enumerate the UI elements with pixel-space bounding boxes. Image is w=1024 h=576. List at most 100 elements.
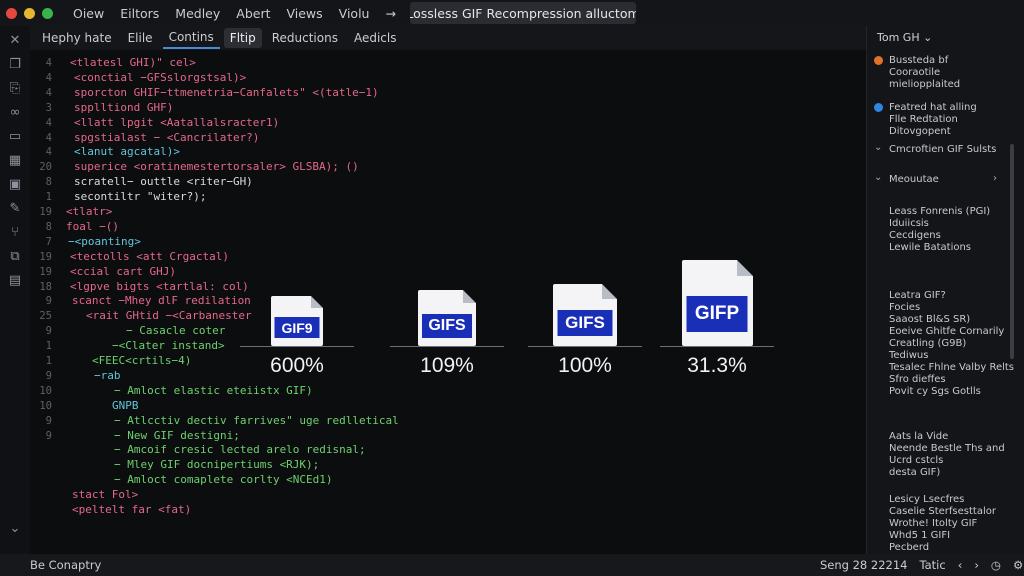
tab-1[interactable]: Elile bbox=[122, 28, 159, 48]
code-line[interactable]: <ccial cart GHJ) bbox=[70, 265, 176, 278]
maximize-window-button[interactable] bbox=[42, 7, 53, 19]
image-icon[interactable]: ▣ bbox=[6, 176, 24, 192]
code-line[interactable]: sporcton GHIF−ttmenetria−Canfalets" <(ta… bbox=[74, 86, 379, 99]
menu-item-0[interactable]: Oiew bbox=[73, 6, 104, 21]
code-line[interactable]: foal −() bbox=[66, 220, 119, 233]
status-position-text[interactable]: Seng 28 22214 bbox=[820, 558, 908, 572]
code-line[interactable]: <lgpve bigts <tartlal: col) bbox=[70, 280, 249, 293]
grid-icon[interactable]: ▦ bbox=[6, 152, 24, 168]
code-line[interactable]: <tlatr> bbox=[66, 205, 112, 218]
gif-file-icon[interactable]: GIF9 bbox=[271, 296, 323, 346]
close-icon[interactable]: ✕ bbox=[6, 32, 24, 48]
code-line[interactable]: <llatt lpgit <Aatallalsracter1) bbox=[74, 116, 279, 129]
line-number: 3 bbox=[45, 101, 52, 114]
outline-item[interactable]: Bussteda bf Cooraotile mieliopplaited bbox=[889, 55, 960, 91]
code-line[interactable]: − Amloct comaplete corlty <NCEd1) bbox=[114, 473, 333, 486]
status-left-text[interactable]: Be Conaptry bbox=[30, 558, 101, 572]
link-icon[interactable]: ∞ bbox=[6, 104, 24, 120]
outline-item[interactable]: Featred hat alling Flle Redtation Ditovgop… bbox=[889, 102, 977, 138]
chevron-down-icon[interactable]: ⌄ bbox=[874, 172, 882, 183]
menu-item-4[interactable]: Views bbox=[286, 6, 322, 21]
menu-bar: Oiew Eiltors Medley Abert Views Violu → bbox=[73, 6, 396, 21]
code-line[interactable]: − Amcoif cresic lected arelo redisnal; bbox=[114, 443, 366, 456]
code-line[interactable]: secontiltr "witer?); bbox=[74, 190, 206, 203]
chevron-down-icon[interactable]: ⌄ bbox=[6, 520, 24, 536]
code-line[interactable]: <lanut agcatal)> bbox=[74, 145, 180, 158]
activity-bar: ✕ ❐ ⎘ ∞ ▭ ▦ ▣ ✎ ⑂ ⧉ ▤ ⌄ bbox=[0, 26, 30, 554]
status-bar: Be Conaptry Seng 28 22214 Tatic ‹ › ◷ ⚙ bbox=[0, 554, 1024, 576]
gif-file-icon[interactable]: GIFS bbox=[418, 290, 476, 346]
line-number: 4 bbox=[45, 86, 52, 99]
code-line[interactable]: −<Clater instand> bbox=[112, 339, 225, 352]
code-line[interactable]: −rab bbox=[94, 369, 121, 382]
outline-panel: Tom GH ⌄ Bussteda bf Cooraotile mielioppla… bbox=[866, 26, 1024, 554]
outline-item-line: Eoeive Ghitfe Cornarily bbox=[889, 326, 1005, 337]
code-line[interactable]: <rait GHtid −<Carbanester bbox=[86, 309, 252, 322]
code-line[interactable]: <peltelt far <fat) bbox=[72, 503, 191, 516]
outline-item[interactable]: Lesicy Lsecfres Caselie Sterfsesttalor Wro… bbox=[889, 494, 996, 554]
outline-panel-header[interactable]: Tom GH ⌄ bbox=[877, 31, 932, 44]
outline-item-line: Lesicy Lsecfres bbox=[889, 494, 965, 505]
outline-item[interactable]: Meouutae bbox=[889, 174, 939, 186]
settings-icon[interactable]: ⚙ bbox=[1013, 558, 1023, 572]
edit-icon[interactable]: ✎ bbox=[6, 200, 24, 216]
line-number: 1 bbox=[45, 340, 52, 353]
tab-3[interactable]: Fltip bbox=[223, 28, 262, 48]
gif-file-icon[interactable]: GIFP bbox=[681, 260, 753, 346]
chevron-right-icon[interactable]: › bbox=[974, 558, 979, 572]
code-line[interactable]: − New GIF destigni; bbox=[114, 429, 240, 442]
tab-5[interactable]: Aedicls bbox=[348, 28, 403, 48]
line-number: 1 bbox=[45, 355, 52, 367]
gif-label: GIFS bbox=[422, 314, 472, 338]
git-icon[interactable]: ⑂ bbox=[6, 224, 24, 240]
status-language[interactable]: Tatic bbox=[920, 558, 946, 572]
code-line[interactable]: − Casacle coter bbox=[126, 324, 225, 337]
tab-0[interactable]: Hephy hate bbox=[36, 28, 118, 48]
outline-item-line: Leatra GIF? bbox=[889, 290, 946, 301]
code-line[interactable]: − Mley GIF docnipertiums <RJK); bbox=[114, 458, 319, 471]
close-window-button[interactable] bbox=[6, 7, 17, 19]
code-line[interactable]: − Atlcctiv dectiv farrives" uge redlleti… bbox=[114, 414, 399, 427]
code-line[interactable]: stact Fol> bbox=[72, 488, 138, 501]
outline-item[interactable]: Leatra GIF? Focies Saaost Bl&S SR) Eoeive G… bbox=[889, 290, 1014, 398]
line-number: 9 bbox=[45, 325, 52, 338]
code-line[interactable]: <FEEC<crtils−4) bbox=[92, 354, 191, 367]
chevron-right-icon[interactable]: › bbox=[993, 173, 997, 184]
code-line[interactable]: spplltiond GHF) bbox=[74, 101, 173, 114]
tab-2[interactable]: Contins bbox=[162, 27, 220, 49]
files-icon[interactable]: ❐ bbox=[6, 56, 24, 72]
code-line[interactable]: scanct −Mhey dlF redilation bbox=[72, 294, 251, 307]
menu-item-3[interactable]: Abert bbox=[236, 6, 270, 21]
outline-item-line: Cooraotile bbox=[889, 67, 941, 78]
menu-item-2[interactable]: Medley bbox=[175, 6, 220, 21]
outline-item[interactable]: Leass Fonrenis (PGI) Iduiicsis Cecdigens Le… bbox=[889, 206, 990, 254]
tab-4[interactable]: Reductions bbox=[266, 28, 344, 48]
code-line[interactable]: superice <oratinemestertorsaler> GLSBA);… bbox=[74, 160, 359, 173]
code-line[interactable]: −<poanting> bbox=[68, 235, 141, 248]
code-line[interactable]: − Amloct elastic eteiistx GIF) bbox=[114, 384, 313, 397]
status-dot-icon bbox=[874, 103, 883, 112]
menu-item-5[interactable]: Violu bbox=[339, 6, 370, 21]
copy-icon[interactable]: ⎘ bbox=[6, 80, 24, 96]
book-icon[interactable]: ▭ bbox=[6, 128, 24, 144]
chevron-down-icon[interactable]: ⌄ bbox=[874, 142, 882, 153]
menu-item-6[interactable]: → bbox=[385, 6, 395, 21]
code-line[interactable]: GNPB bbox=[112, 399, 139, 412]
chevron-left-icon[interactable]: ‹ bbox=[958, 558, 963, 572]
minimize-window-button[interactable] bbox=[24, 7, 35, 19]
line-number: 4 bbox=[45, 116, 52, 129]
gif-file-icon[interactable]: GIFS bbox=[553, 284, 617, 346]
code-editor[interactable]: 4 4 4 3 4 4 4 20 8 1 19 8 7 19 19 18 9 25 9 1 1 9 10 10 9 9 <tlat… bbox=[30, 50, 866, 554]
outline-item[interactable]: Cmcroftien GIF Sulsts bbox=[889, 144, 996, 156]
menu-item-1[interactable]: Eiltors bbox=[120, 6, 159, 21]
code-line[interactable]: spgstialast − <Cancrilater?) bbox=[74, 131, 259, 144]
code-line[interactable]: <conctial −GFSslorgstsal)> bbox=[74, 71, 246, 84]
code-line[interactable]: <tectolls <att Crgactal) bbox=[70, 250, 229, 263]
code-line[interactable]: <tlatesl GHI)" cel> bbox=[70, 56, 196, 69]
clock-icon[interactable]: ◷ bbox=[991, 558, 1001, 572]
package-icon[interactable]: ▤ bbox=[6, 272, 24, 288]
outline-item[interactable]: Aats la Vide Neende Bestle Ths and Ucrd cs… bbox=[889, 431, 1005, 479]
code-line[interactable]: scratell− outtle <riter−GH) bbox=[74, 175, 253, 188]
line-number: 4 bbox=[45, 57, 52, 69]
puzzle-icon[interactable]: ⧉ bbox=[6, 248, 24, 264]
